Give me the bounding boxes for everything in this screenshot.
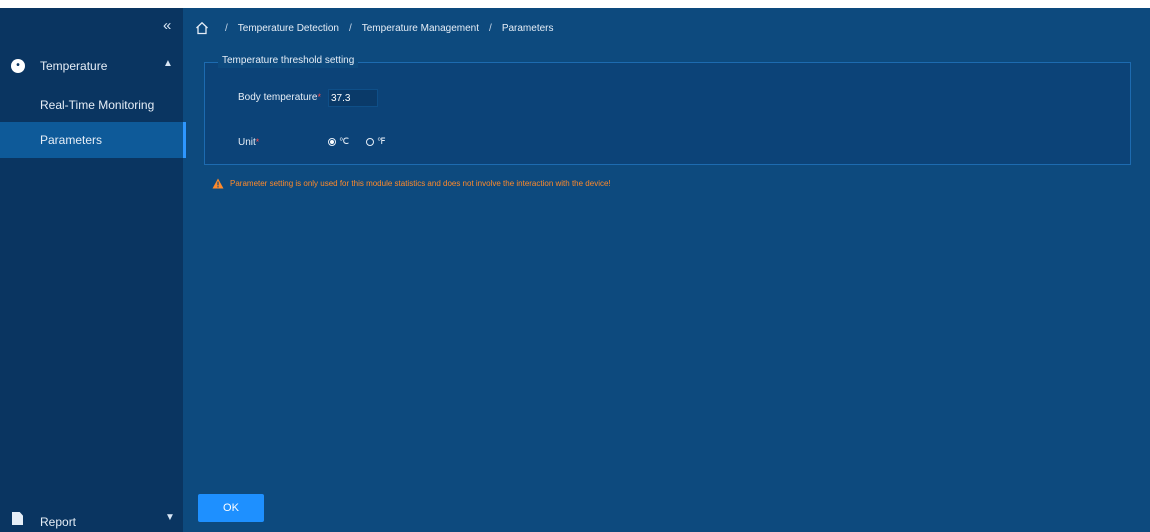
sidebar-item-parameters[interactable]: Parameters [0, 122, 186, 158]
sidebar: « • Temperature ▲ Real-Time Monitoring P… [0, 8, 186, 532]
breadcrumb-separator: / [225, 22, 228, 34]
breadcrumb-separator: / [489, 22, 492, 34]
chevron-down-icon: ▼ [165, 512, 175, 523]
threshold-settings-legend: Temperature threshold setting [218, 54, 359, 68]
temperature-shield-icon: • [11, 59, 25, 73]
content-area [229, 196, 1131, 466]
warning-message: Parameter setting is only used for this … [212, 178, 611, 189]
sidebar-item-label: Real-Time Monitoring [40, 98, 155, 112]
breadcrumb-temperature-detection[interactable]: Temperature Detection [238, 23, 339, 34]
unit-option-label: ℉ [377, 136, 386, 146]
sidebar-group-label: Temperature [40, 59, 108, 73]
breadcrumb: / Temperature Detection / Temperature Ma… [195, 20, 554, 36]
chevron-up-icon: ▲ [163, 58, 173, 69]
body-temperature-input[interactable] [328, 89, 378, 107]
breadcrumb-temperature-management[interactable]: Temperature Management [362, 23, 479, 34]
collapse-sidebar-button[interactable]: « [163, 18, 171, 33]
app-window: « • Temperature ▲ Real-Time Monitoring P… [0, 8, 1150, 532]
breadcrumb-separator: / [348, 22, 352, 34]
unit-radio-fahrenheit[interactable]: ℉ [366, 136, 386, 147]
radio-checked-icon [328, 137, 336, 146]
sidebar-group-label: Report [40, 515, 77, 529]
warning-text: Parameter setting is only used for this … [230, 179, 611, 188]
document-icon [12, 512, 23, 525]
unit-label: Unit* [238, 137, 260, 148]
ok-button[interactable]: OK [198, 494, 264, 522]
unit-option-label: ℃ [339, 136, 350, 146]
threshold-settings-panel [204, 62, 1131, 165]
radio-unchecked-icon [366, 137, 374, 146]
sidebar-group-temperature[interactable]: • Temperature ▲ [0, 54, 183, 80]
breadcrumb-parameters: Parameters [501, 22, 554, 34]
home-icon[interactable] [195, 21, 209, 35]
sidebar-item-label: Parameters [40, 133, 103, 147]
body-temperature-label: Body temperature* [238, 92, 322, 103]
sidebar-item-real-time-monitoring[interactable]: Real-Time Monitoring [0, 87, 183, 123]
unit-radio-celsius[interactable]: ℃ [328, 136, 349, 147]
sidebar-group-report[interactable]: Report ▼ [0, 508, 183, 532]
warning-icon [212, 178, 224, 189]
